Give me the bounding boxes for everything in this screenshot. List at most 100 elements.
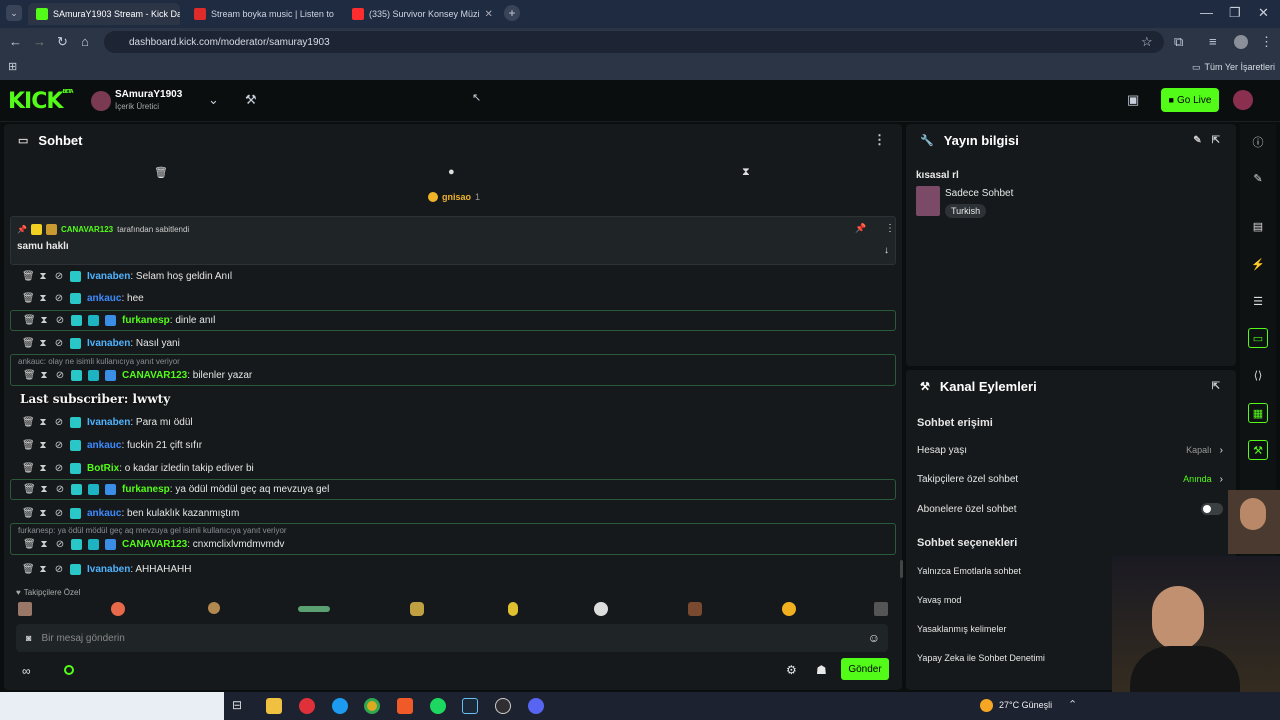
obs-icon[interactable] bbox=[495, 698, 511, 714]
avatar[interactable] bbox=[91, 91, 111, 111]
chat-username[interactable]: furkanesp bbox=[122, 315, 170, 326]
camera-icon[interactable]: ▣ bbox=[1127, 92, 1139, 108]
chat-message[interactable]: 🗑 ⧗ ⊘ BotRix: o kadar izledin takip ediver … bbox=[10, 458, 896, 479]
pencil-icon[interactable]: ✎ bbox=[1248, 168, 1268, 188]
chat-message[interactable]: 🗑 ⧗ ⊘ Ivanaben: Para mı ödül bbox=[10, 412, 896, 433]
ban-icon[interactable]: ⊘ bbox=[54, 271, 64, 282]
ban-icon[interactable]: ⊘ bbox=[54, 508, 64, 519]
apps-grid-icon[interactable]: ⊞ bbox=[8, 60, 17, 73]
timeout-icon[interactable]: ⧗ bbox=[38, 508, 48, 519]
delete-icon[interactable]: 🗑 bbox=[23, 539, 36, 550]
profile-avatar[interactable] bbox=[1234, 35, 1248, 49]
ban-icon[interactable]: ⊘ bbox=[54, 293, 64, 304]
timeout-icon[interactable]: ⧗ bbox=[38, 417, 48, 428]
media-icon[interactable]: ≡ bbox=[1209, 34, 1217, 49]
maximize-icon[interactable]: ❐ bbox=[1229, 5, 1241, 21]
delete-icon[interactable]: 🗑 bbox=[23, 315, 36, 326]
infinity-icon[interactable]: ∞ bbox=[22, 664, 31, 678]
delete-icon[interactable]: 🗑 bbox=[22, 338, 35, 349]
chat-username[interactable]: Ivanaben bbox=[87, 417, 130, 428]
chat-username[interactable]: Ivanaben bbox=[87, 564, 130, 575]
task-view-icon[interactable]: ⊟ bbox=[232, 698, 248, 714]
ban-icon[interactable]: ⊘ bbox=[54, 564, 64, 575]
ban-icon[interactable]: ⊘ bbox=[55, 539, 65, 550]
delete-icon[interactable]: 🗑 bbox=[23, 484, 36, 495]
delete-icon[interactable]: 🗑 bbox=[22, 271, 35, 282]
go-live-button[interactable]: ■ Go Live bbox=[1161, 88, 1219, 112]
steam-icon[interactable] bbox=[462, 698, 478, 714]
chat-message[interactable]: 🗑 ⧗ ⊘ Ivanaben: Selam hoş geldin Anıl bbox=[10, 266, 896, 287]
kick-logo[interactable]: KICKBETA bbox=[8, 89, 74, 114]
info-icon[interactable]: ⓘ bbox=[1248, 132, 1268, 152]
ban-icon[interactable]: ⊘ bbox=[55, 484, 65, 495]
timeout-icon[interactable]: ⧗ bbox=[38, 293, 48, 304]
arrow-down-icon[interactable]: ↓ bbox=[884, 245, 889, 256]
chevron-up-icon[interactable]: ⌃ bbox=[1068, 698, 1077, 711]
pencil-icon[interactable]: ✎ bbox=[1193, 135, 1201, 146]
chrome-icon[interactable] bbox=[364, 698, 380, 714]
banned-words-row[interactable]: Yasaklanmış kelimeler bbox=[917, 624, 1006, 634]
chevron-down-icon[interactable]: ⌄ bbox=[208, 92, 219, 108]
delete-icon[interactable]: 🗑 bbox=[22, 564, 35, 575]
star-icon[interactable]: ☆ bbox=[1141, 34, 1153, 50]
weather-label[interactable]: 27°C Güneşli bbox=[999, 700, 1052, 710]
stack-icon[interactable]: ▦ bbox=[1248, 403, 1268, 423]
opera-icon[interactable] bbox=[299, 698, 315, 714]
emote-icon[interactable] bbox=[874, 602, 888, 616]
pinned-menu-icon[interactable]: ⋮ bbox=[885, 223, 895, 234]
account-age-row[interactable]: Hesap yaşı Kapalı › bbox=[917, 445, 1223, 456]
timeout-icon[interactable]: ⧗ bbox=[39, 370, 49, 381]
user-avatar[interactable] bbox=[1233, 90, 1253, 110]
chat-message[interactable]: 🗑 ⧗ ⊘ Ivanaben: AHHAHAHH bbox=[10, 559, 896, 580]
slow-mode-row[interactable]: Yavaş mod bbox=[917, 595, 961, 605]
timeout-icon[interactable]: ⧗ bbox=[39, 484, 49, 495]
extensions-icon[interactable]: ⧉ bbox=[1174, 34, 1183, 50]
chat-username[interactable]: CANAVAR123 bbox=[122, 370, 187, 381]
tab-youtube[interactable]: (335) Survivor Konsey Müzi ✕ bbox=[344, 3, 500, 25]
chat-menu-icon[interactable]: ⋮ bbox=[873, 132, 886, 148]
chat-icon[interactable]: ▭ bbox=[1248, 328, 1268, 348]
chat-username[interactable]: ankauc bbox=[87, 508, 121, 519]
delete-icon[interactable]: 🗑 bbox=[22, 293, 35, 304]
file-explorer-icon[interactable] bbox=[266, 698, 282, 714]
message-input[interactable]: ◙ Bir mesaj gönderin ☺ bbox=[16, 624, 888, 652]
lightning-icon[interactable]: ⚡ bbox=[1248, 254, 1268, 274]
ban-icon[interactable]: ⊘ bbox=[54, 463, 64, 474]
tab-menu-icon[interactable]: ⌄ bbox=[6, 5, 22, 21]
code-icon[interactable]: ⟨⟩ bbox=[1248, 365, 1268, 385]
delete-icon[interactable]: 🗑 bbox=[22, 463, 35, 474]
new-tab-icon[interactable]: + bbox=[504, 5, 520, 21]
card-icon[interactable]: ▤ bbox=[1248, 216, 1268, 236]
spotify-icon[interactable] bbox=[430, 698, 446, 714]
delete-icon[interactable]: 🗑 bbox=[22, 440, 35, 451]
gear-icon[interactable]: ⚙ bbox=[786, 663, 797, 677]
hammer-icon[interactable]: ⚒ bbox=[245, 92, 257, 108]
brave-icon[interactable] bbox=[397, 698, 413, 714]
emote-icon[interactable] bbox=[688, 602, 702, 616]
url-field[interactable]: dashboard.kick.com/moderator/samuray1903 bbox=[104, 31, 1164, 53]
timeout-icon[interactable]: ⧗ bbox=[38, 271, 48, 282]
ban-icon[interactable]: ⊘ bbox=[55, 370, 65, 381]
chat-username[interactable]: furkanesp bbox=[122, 484, 170, 495]
emote-icon[interactable] bbox=[782, 602, 796, 616]
timeout-icon[interactable]: ⧗ bbox=[38, 338, 48, 349]
chat-username[interactable]: CANAVAR123 bbox=[122, 539, 187, 550]
ban-icon[interactable]: ⊘ bbox=[55, 315, 65, 326]
delete-icon[interactable]: 🗑 bbox=[22, 417, 35, 428]
timeout-icon[interactable]: ⧗ bbox=[38, 564, 48, 575]
all-bookmarks-folder[interactable]: ▭ Tüm Yer İşaretleri bbox=[1192, 62, 1275, 73]
chat-bubble-icon[interactable]: ● bbox=[448, 166, 455, 178]
delete-icon[interactable]: 🗑 bbox=[22, 508, 35, 519]
ban-icon[interactable]: ⊘ bbox=[54, 440, 64, 451]
status-icon[interactable] bbox=[64, 665, 74, 675]
close-icon[interactable]: ✕ bbox=[485, 9, 493, 20]
ban-icon[interactable]: ⊘ bbox=[54, 417, 64, 428]
timeout-icon[interactable]: ⧗ bbox=[38, 463, 48, 474]
chat-username[interactable]: Ivanaben bbox=[87, 271, 130, 282]
skype-icon[interactable] bbox=[332, 698, 348, 714]
forward-icon[interactable]: → bbox=[33, 34, 46, 49]
back-icon[interactable]: ← bbox=[9, 34, 22, 49]
menu-dots-icon[interactable]: ⋮ bbox=[1260, 34, 1273, 50]
close-window-icon[interactable]: ✕ bbox=[1258, 5, 1269, 21]
hourglass-icon[interactable]: ⧗ bbox=[742, 166, 750, 179]
